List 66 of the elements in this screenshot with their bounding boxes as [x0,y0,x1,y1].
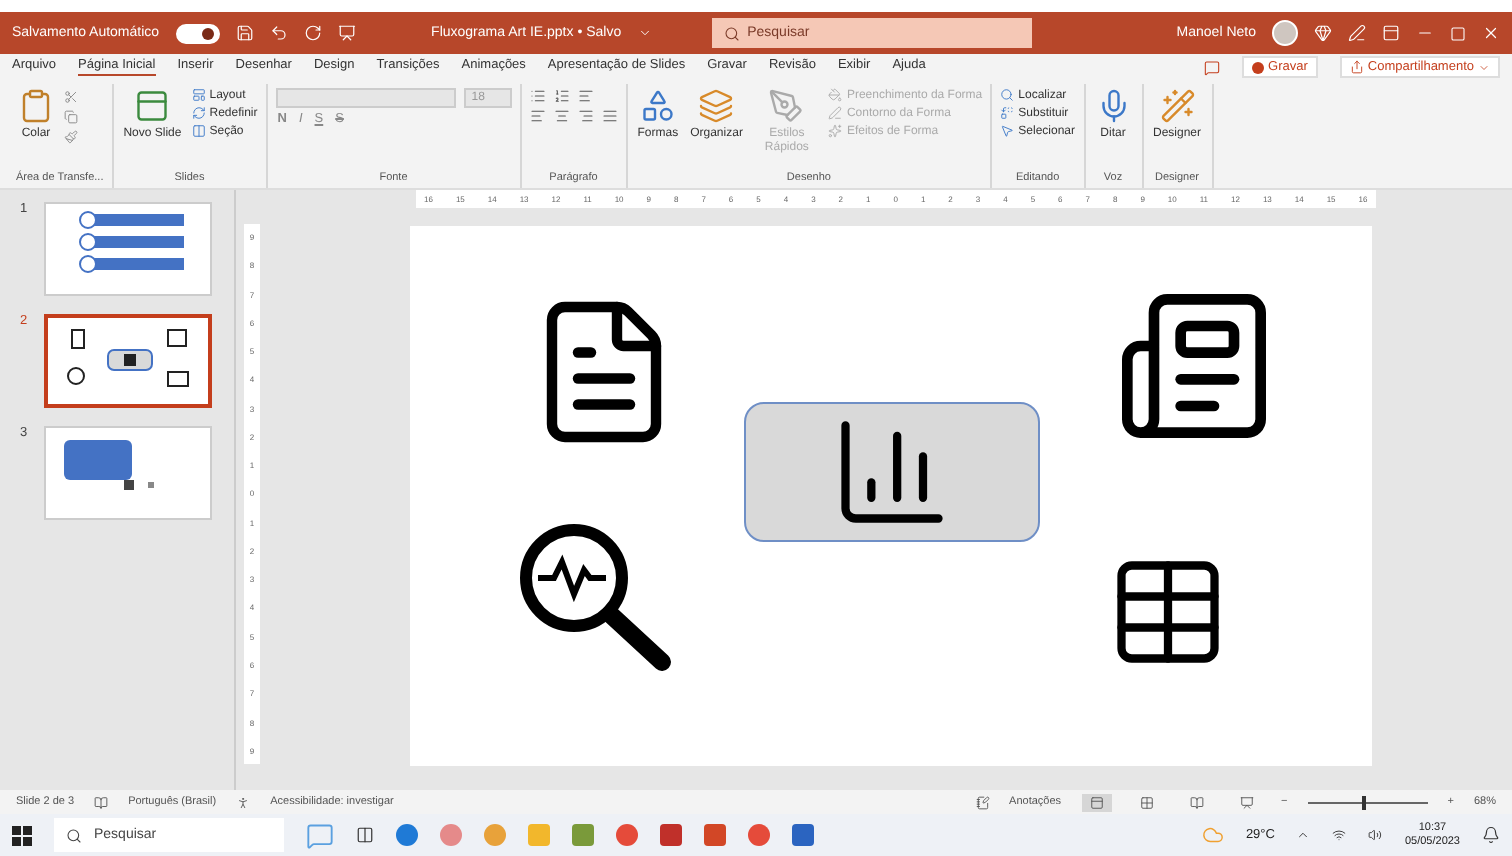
bullets-icon[interactable] [529,88,546,104]
normal-view-button[interactable] [1081,793,1112,811]
paint-bucket-icon [828,88,843,102]
section-icon [191,124,206,138]
scissors-icon[interactable] [64,90,78,104]
app-icon[interactable] [396,824,418,846]
normal-view-icon [1089,795,1104,809]
shapes-icon [639,88,676,124]
search-icon [1000,88,1015,102]
app-icon[interactable] [616,824,638,846]
app-icon[interactable] [748,824,770,846]
accessibility-icon[interactable] [236,795,251,809]
close-icon[interactable] [1482,24,1500,42]
justify-icon[interactable] [601,108,618,124]
chevron-up-icon[interactable] [1296,828,1311,842]
align-left-icon[interactable] [529,108,546,124]
avatar[interactable] [1272,20,1298,46]
book-icon[interactable] [94,795,109,809]
presentation-icon [1239,795,1254,809]
save-icon[interactable] [235,24,254,42]
diamond-icon[interactable] [1314,24,1332,42]
brush-icon[interactable] [64,130,78,144]
app-icon[interactable] [572,824,594,846]
wifi-icon[interactable] [1332,828,1347,842]
align-right-icon[interactable] [577,108,594,124]
share-icon [1349,60,1364,74]
notification-icon[interactable] [1482,826,1500,844]
chat-icon[interactable] [306,821,334,849]
app-icon[interactable] [440,824,462,846]
pen-icon [768,88,805,124]
notes-icon[interactable] [975,795,990,809]
search-icon [723,25,740,41]
search-icon [66,827,82,843]
sparkles-icon [828,124,843,138]
grid-icon [1139,795,1154,809]
undo-icon[interactable] [269,24,288,42]
reset-icon [191,106,206,120]
app-icon[interactable] [660,824,682,846]
pen-icon [828,106,843,120]
speaker-icon[interactable] [1368,828,1383,842]
app-icon[interactable] [704,824,726,846]
comment-icon[interactable] [1204,59,1221,75]
font-field[interactable] [275,88,456,108]
pointer-icon [1000,124,1015,138]
autosave-toggle[interactable] [175,23,220,43]
indent-icon[interactable] [577,88,594,104]
task-view-icon[interactable] [356,826,374,844]
slider-thumb[interactable] [1361,795,1366,809]
redo-icon[interactable] [303,24,322,42]
numbering-icon[interactable] [553,88,570,104]
clipboard-icon [18,88,54,124]
maximize-icon[interactable] [1450,25,1466,41]
app-icon[interactable] [792,824,814,846]
windows-logo-icon[interactable] [12,825,32,845]
wand-icon [1159,88,1195,124]
layout-icon [191,88,206,102]
window-icon[interactable] [1382,24,1400,42]
pen-icon[interactable] [1348,24,1366,42]
book-icon [1189,795,1204,809]
new-slide-icon [134,88,171,124]
presentation-icon[interactable] [337,24,356,42]
chevron-down-icon[interactable] [637,26,652,40]
copy-icon[interactable] [64,110,78,124]
chevron-down-icon [1478,61,1490,73]
align-center-icon[interactable] [553,108,570,124]
layers-icon [698,88,735,124]
